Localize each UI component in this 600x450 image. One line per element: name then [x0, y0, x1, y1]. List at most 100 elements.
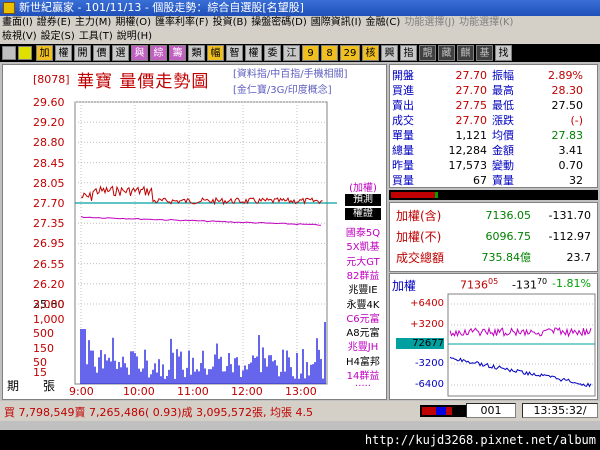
stock-code-input[interactable]: 001	[466, 403, 516, 418]
menu-row-1: 畫面(I) 證券(E) 主力(M) 期權(O) 匯率利率(F) 投資(B) 操盤密碼(D) 國…	[2, 16, 517, 30]
toolbar-button[interactable]: 綜	[150, 45, 167, 61]
menu-item[interactable]: 主力(M)	[75, 17, 111, 28]
warrant-item[interactable]: A8元富	[339, 324, 387, 339]
toolbar-button[interactable]: 江	[283, 45, 300, 61]
toolbar-star-icon[interactable]	[18, 46, 32, 60]
url-text: http://kujd3268.pixnet.net/album	[364, 433, 596, 447]
toolbar-button[interactable]: 核	[362, 45, 379, 61]
toolbar-button[interactable]: 藏	[438, 45, 455, 61]
quote-row: 總量 12,284 金額 3.41	[390, 143, 597, 158]
window-title: 新世紀贏家 - 101/11/13 - 個股走勢：綜合自選股[名望股]	[19, 1, 304, 14]
quote-value: 28.30	[551, 84, 584, 97]
menu-item[interactable]: 證券(E)	[37, 17, 71, 28]
toolbar-button[interactable]: 8	[321, 45, 338, 61]
weighted-row: 加權(含) 7136.05 -131.70	[390, 206, 597, 226]
quote-value: (-)	[570, 114, 583, 127]
time-tick-label: 10:00	[123, 385, 155, 398]
quote-value: 27.70	[455, 69, 488, 82]
menu-item[interactable]: 操盤密碼(D)	[251, 17, 307, 28]
forecast-button[interactable]: 預測	[345, 194, 381, 206]
quote-value: 2.89%	[548, 69, 583, 82]
menu-item[interactable]: 畫面(I)	[2, 17, 33, 28]
toolbar-button[interactable]: 興	[381, 45, 398, 61]
quote-label: 昨量	[392, 159, 414, 172]
menu-item[interactable]: 期權(O)	[115, 17, 151, 28]
menu-item[interactable]: 說明(H)	[117, 31, 152, 42]
toolbar-button[interactable]: 智	[226, 45, 243, 61]
warrant-item[interactable]: 兆豐JH	[339, 338, 387, 353]
warrant-item[interactable]: 永豐4K	[339, 296, 387, 311]
menu-item[interactable]: 匯率利率(F)	[155, 17, 209, 28]
toolbar-button[interactable]: 籌	[169, 45, 186, 61]
toolbar-button[interactable]: 幅	[207, 45, 224, 61]
toolbar-button[interactable]: 權	[55, 45, 72, 61]
weighted-label: 成交總額	[396, 251, 445, 265]
warrant-item[interactable]: 國泰5Q	[339, 224, 387, 239]
warrant-item[interactable]: 元大GT	[339, 253, 387, 268]
status-color-red	[422, 407, 436, 415]
warrant-item[interactable]: H4富邦	[339, 353, 387, 368]
quote-row: 單量 1,121 均價 27.83	[390, 128, 597, 143]
toolbar-button[interactable]: 價	[93, 45, 110, 61]
quote-row: 開盤 27.70 振幅 2.89%	[390, 68, 597, 83]
toolbar-button[interactable]: 29	[340, 45, 360, 61]
warrant-button[interactable]: 權證	[345, 208, 381, 220]
chart-canvas	[74, 101, 337, 385]
toolbar-button[interactable]: 選	[112, 45, 129, 61]
price-volume-chart: [8078] 華寶 量價走勢圖 [資料指/中百指/手機相關] [金仁寶/3G/印…	[2, 64, 387, 400]
quote-label: 變動	[492, 159, 514, 172]
toolbar-button[interactable]: 委	[264, 45, 281, 61]
warrant-item[interactable]: 5X凱基	[339, 238, 387, 253]
menu-item[interactable]: 金融(C)	[366, 17, 401, 28]
toolbar-button[interactable]: 找	[495, 45, 512, 61]
trade-summary: 買 7,798,549賣 7,265,486( 0.93)成 3,095,572…	[4, 406, 313, 419]
warrant-item[interactable]: 兆豐IE	[339, 281, 387, 296]
ask-bar-segment	[435, 192, 438, 198]
average-line	[80, 216, 322, 226]
warrant-item[interactable]: 82群益	[339, 267, 387, 282]
weighted-legend-label: (加權)	[349, 183, 377, 194]
weighted-row: 成交總額 735.84億 23.7	[390, 248, 597, 268]
toolbar-button[interactable]: 指	[400, 45, 417, 61]
toolbar-button[interactable]: 權	[245, 45, 262, 61]
quote-row: 成交 27.70 漲跌 (-)	[390, 113, 597, 128]
bid-ask-bar	[389, 190, 598, 200]
toolbar-button[interactable]: 與	[131, 45, 148, 61]
warrant-item[interactable]: 14群益	[339, 367, 387, 382]
toolbar-button[interactable]: 9	[302, 45, 319, 61]
menu-item[interactable]: 功能選擇(K)	[459, 17, 513, 28]
toolbar-button[interactable]: 加	[36, 45, 53, 61]
toolbar-button[interactable]: 類	[188, 45, 205, 61]
quote-label: 金額	[492, 144, 514, 157]
toolbar-grid-icon[interactable]	[2, 46, 16, 60]
quote-label: 振幅	[492, 69, 514, 82]
quote-value: 27.50	[551, 99, 584, 112]
menu-item[interactable]: 檢視(V)	[2, 31, 37, 42]
status-color-red-2	[446, 407, 452, 415]
time-tick-label: 9:00	[69, 385, 94, 398]
quote-value: 27.83	[551, 129, 584, 142]
weighted-value: 6096.75	[485, 230, 532, 243]
quote-label: 漲跌	[492, 114, 514, 127]
quote-value: 0.70	[558, 159, 584, 172]
quote-panel: 開盤 27.70 振幅 2.89% 買進 27.70 最高 28.30 賣出 27.75 最低 27.…	[389, 64, 598, 188]
status-color-blue	[436, 407, 446, 415]
time-tick-label: 11:00	[177, 385, 209, 398]
menu-item[interactable]: 國際資訊(I)	[311, 17, 362, 28]
toolbar-button[interactable]: 靚	[419, 45, 436, 61]
toolbar-button[interactable]: 基	[476, 45, 493, 61]
warrant-item[interactable]: ·····	[339, 381, 387, 392]
bid-bar-red	[391, 192, 405, 198]
menu-item[interactable]: 設定(S)	[41, 31, 75, 42]
quote-label: 買進	[392, 84, 414, 97]
quote-row: 昨量 17,573 變動 0.70	[390, 158, 597, 173]
url-watermark: http://kujd3268.pixnet.net/album	[0, 430, 600, 450]
toolbar-button[interactable]: 麒	[457, 45, 474, 61]
menu-item[interactable]: 工具(T)	[79, 31, 113, 42]
menu-item[interactable]: 功能選擇(J)	[404, 17, 455, 28]
quote-label: 單量	[392, 129, 414, 142]
toolbar-button[interactable]: 開	[74, 45, 91, 61]
warrant-item[interactable]: C6元富	[339, 310, 387, 325]
menu-item[interactable]: 投資(B)	[213, 17, 248, 28]
quote-label: 賣出	[392, 99, 414, 112]
